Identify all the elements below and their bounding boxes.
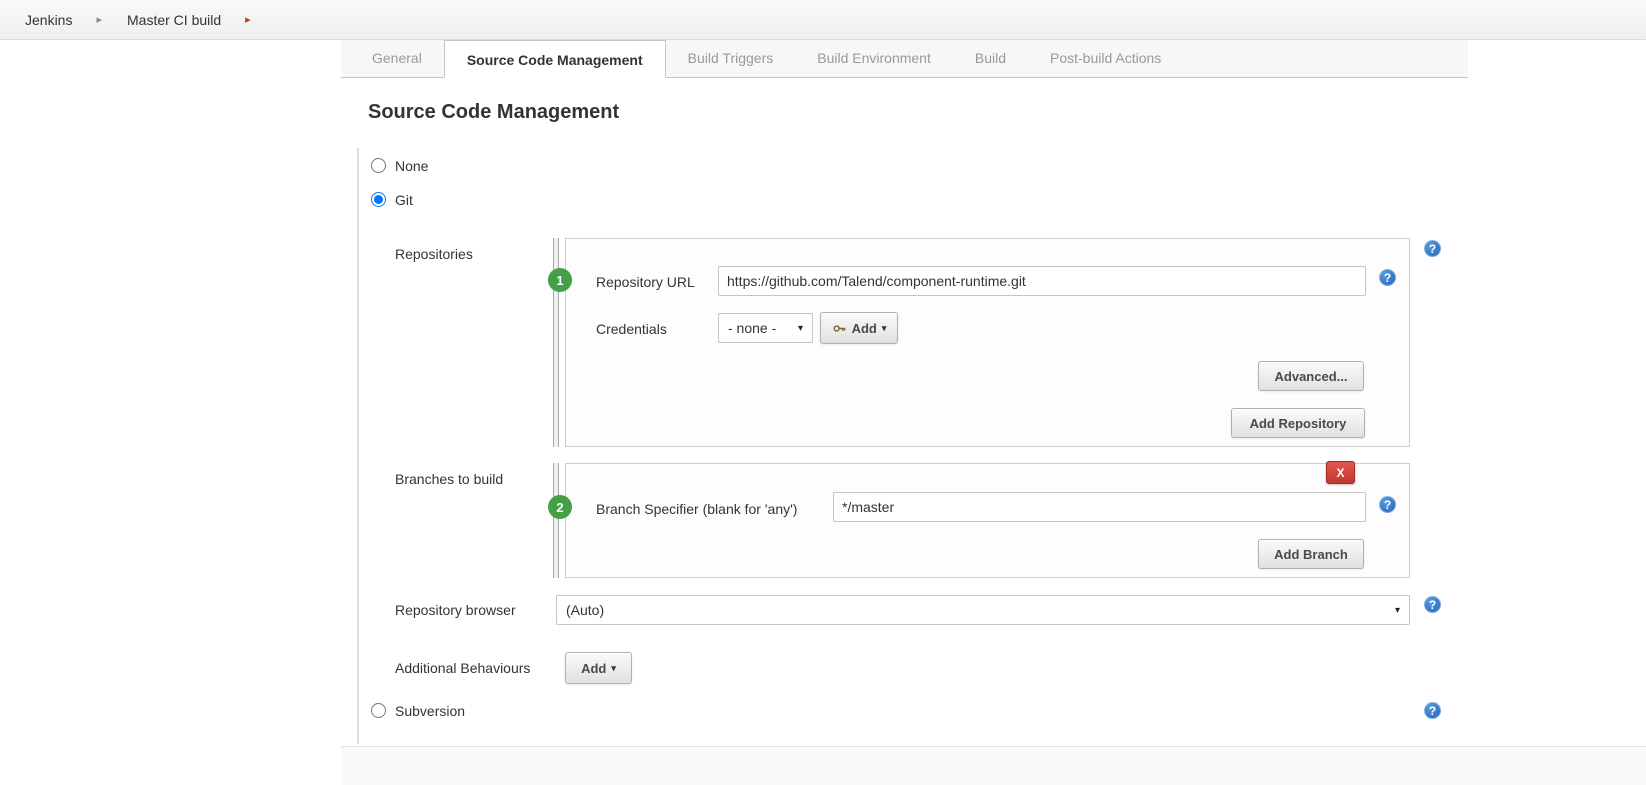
tab-source-code-management[interactable]: Source Code Management [444, 40, 666, 78]
chevron-down-icon: ▾ [882, 323, 887, 334]
scm-git-label[interactable]: Git [395, 192, 413, 208]
scm-none-radio[interactable] [371, 158, 386, 173]
delete-branch-button[interactable]: X [1326, 461, 1355, 484]
tab-general[interactable]: General [350, 40, 444, 77]
branches-to-build-label: Branches to build [395, 471, 503, 487]
repository-url-label: Repository URL [596, 274, 695, 290]
scm-git-radio[interactable] [371, 192, 386, 207]
advanced-button-label: Advanced... [1275, 369, 1348, 384]
branch-specifier-label: Branch Specifier (blank for 'any') [596, 501, 797, 517]
additional-behaviours-add-button[interactable]: Add ▾ [565, 652, 632, 684]
add-repository-label: Add Repository [1250, 416, 1347, 431]
breadcrumb-separator-icon: ▸ [96, 13, 102, 26]
add-repository-button[interactable]: Add Repository [1231, 408, 1365, 438]
key-icon [832, 321, 847, 336]
repository-browser-select[interactable]: (Auto) ▾ [556, 595, 1410, 625]
scm-subversion-radio[interactable] [371, 703, 386, 718]
branch-specifier-input[interactable] [833, 492, 1366, 522]
repositories-panel: Repository URL ? Credentials - none - ▾ … [565, 238, 1410, 447]
step-2-badge: 2 [548, 495, 572, 519]
repositories-help-icon[interactable]: ? [1424, 240, 1441, 257]
chevron-down-icon: ▾ [788, 323, 803, 334]
repositories-label: Repositories [395, 246, 473, 262]
tab-build-triggers[interactable]: Build Triggers [666, 40, 796, 77]
step-1-badge: 1 [548, 268, 572, 292]
tab-post-build-actions[interactable]: Post-build Actions [1028, 40, 1183, 77]
subversion-help-icon[interactable]: ? [1424, 702, 1441, 719]
repository-url-help-icon[interactable]: ? [1379, 269, 1396, 286]
advanced-button[interactable]: Advanced... [1258, 361, 1364, 391]
drag-handle[interactable] [553, 463, 559, 578]
credentials-select[interactable]: - none - ▾ [718, 313, 813, 343]
credentials-add-label: Add [852, 321, 877, 336]
breadcrumb-item-jenkins[interactable]: Jenkins [25, 12, 72, 28]
chevron-down-icon: ▾ [1385, 605, 1400, 616]
repository-url-input[interactable] [718, 266, 1366, 296]
repository-browser-selected-value: (Auto) [566, 602, 604, 618]
additional-behaviours-label: Additional Behaviours [395, 660, 530, 676]
breadcrumb-item-job[interactable]: Master CI build [127, 12, 221, 28]
branches-panel: X Branch Specifier (blank for 'any') ? A… [565, 463, 1410, 578]
page-title: Source Code Management [368, 101, 619, 124]
scm-subversion-label[interactable]: Subversion [395, 703, 465, 719]
add-branch-label: Add Branch [1274, 547, 1348, 562]
breadcrumb-separator-icon[interactable]: ▸ [245, 13, 251, 26]
tab-build[interactable]: Build [953, 40, 1028, 77]
main-panel: Source Code Management None Git Reposito… [341, 78, 1468, 746]
credentials-label: Credentials [596, 321, 667, 337]
credentials-add-button[interactable]: Add ▾ [820, 312, 898, 344]
scm-none-label[interactable]: None [395, 158, 428, 174]
repository-browser-label: Repository browser [395, 602, 516, 618]
config-tabbar: General Source Code Management Build Tri… [341, 40, 1468, 78]
tab-build-environment[interactable]: Build Environment [795, 40, 953, 77]
chevron-down-icon: ▾ [611, 663, 616, 674]
breadcrumb: Jenkins ▸ Master CI build ▸ [0, 0, 1646, 40]
additional-behaviours-add-label: Add [581, 661, 606, 676]
credentials-selected-value: - none - [728, 320, 776, 336]
footer-strip [341, 746, 1646, 785]
add-branch-button[interactable]: Add Branch [1258, 539, 1364, 569]
branch-specifier-help-icon[interactable]: ? [1379, 496, 1396, 513]
repository-browser-help-icon[interactable]: ? [1424, 596, 1441, 613]
section-indent-line [357, 148, 359, 744]
jenkins-config-page: Jenkins ▸ Master CI build ▸ General Sour… [0, 0, 1646, 785]
